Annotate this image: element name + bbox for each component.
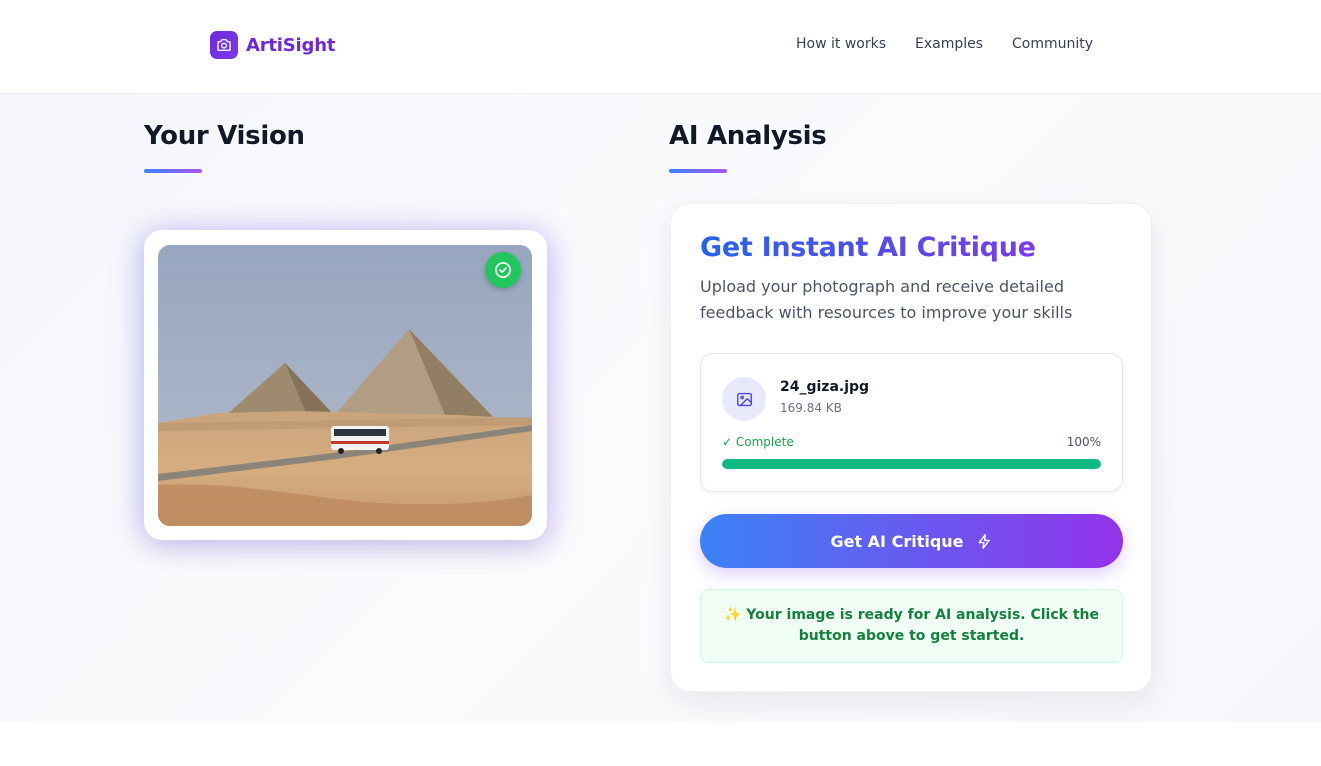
brand-name: ArtiSight: [246, 34, 336, 56]
uploaded-photo: [158, 245, 532, 526]
your-vision-title: Your Vision: [144, 121, 305, 151]
main-nav: How it works Examples Community: [796, 36, 1122, 52]
nav-community[interactable]: Community: [1012, 36, 1093, 52]
top-header: ArtiSight How it works Examples Communit…: [0, 0, 1321, 94]
logo[interactable]: ArtiSight: [210, 31, 335, 59]
upload-progress-bar: [722, 459, 1101, 469]
critique-button-label: Get AI Critique: [830, 531, 964, 551]
file-name: 24_giza.jpg: [780, 379, 870, 395]
ai-analysis-title: AI Analysis: [669, 121, 827, 151]
critique-subtitle: Upload your photograph and receive detai…: [700, 277, 1073, 322]
camera-icon: [210, 31, 238, 59]
lightning-icon: [976, 533, 993, 550]
uploaded-file-panel: 24_giza.jpg 169.84 KB ✓ Complete 100%: [700, 353, 1123, 492]
image-icon: [722, 377, 766, 421]
ai-analysis-underline: [669, 169, 727, 173]
analysis-card: Get Instant AI Critique Upload your phot…: [670, 203, 1152, 692]
upload-percent: 100%: [1066, 435, 1101, 449]
critique-title: Get Instant AI Critique: [700, 232, 1036, 263]
file-size: 169.84 KB: [780, 401, 842, 415]
get-ai-critique-button[interactable]: Get AI Critique: [700, 514, 1123, 568]
nav-examples[interactable]: Examples: [915, 36, 983, 52]
upload-status: ✓ Complete: [722, 435, 794, 449]
ready-message: ✨ Your image is ready for AI analysis. C…: [700, 589, 1123, 663]
uploaded-photo-card: [144, 230, 547, 540]
check-circle-icon: [485, 252, 521, 288]
nav-how-it-works[interactable]: How it works: [796, 36, 886, 52]
your-vision-underline: [144, 169, 202, 173]
upload-progress-fill: [722, 459, 1101, 469]
